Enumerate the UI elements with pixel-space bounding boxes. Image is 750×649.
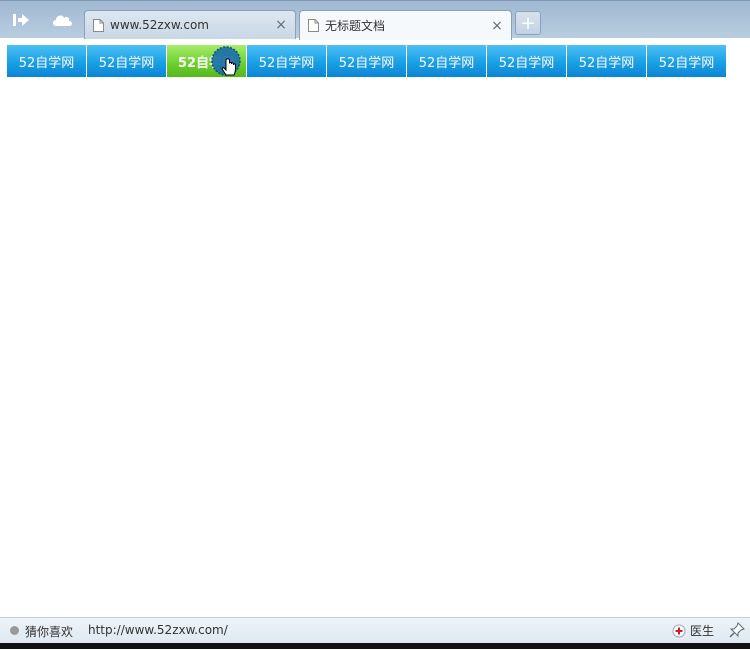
pin-icon (729, 622, 745, 638)
doctor-label: 医生 (690, 624, 715, 638)
doctor-icon (672, 624, 686, 637)
tab-title: www.52zxw.com (110, 18, 209, 32)
guess-you-like-link[interactable]: 猜你喜欢 (25, 623, 73, 640)
cloud-button[interactable] (45, 7, 79, 33)
mouse-cursor (211, 46, 243, 82)
nav-item-1[interactable]: 52自学网 (7, 45, 86, 77)
nav-item-4[interactable]: 52自学网 (247, 45, 326, 77)
nav-menu: 52自学网 52自学网 52自学网 52自学网 52自学网 52自学网 52自学… (7, 45, 726, 77)
sidebar-toggle-button[interactable] (4, 7, 38, 33)
nav-item-9[interactable]: 52自学网 (647, 45, 726, 77)
new-tab-button[interactable]: + (515, 11, 541, 35)
nav-item-5[interactable]: 52自学网 (327, 45, 406, 77)
tab-strip: www.52zxw.com × 无标题文档 × + (0, 0, 750, 40)
page-icon (93, 18, 104, 32)
nav-item-8[interactable]: 52自学网 (567, 45, 646, 77)
tab-52zxw[interactable]: www.52zxw.com × (84, 10, 296, 39)
page-icon (308, 19, 319, 32)
nav-item-2[interactable]: 52自学网 (87, 45, 166, 77)
tab-untitled-document[interactable]: 无标题文档 × (299, 10, 512, 40)
status-url: http://www.52zxw.com/ (88, 623, 228, 637)
status-bar: 猜你喜欢 http://www.52zxw.com/ 医生 (0, 617, 750, 643)
plus-icon: + (520, 12, 536, 34)
pin-button[interactable] (729, 622, 745, 638)
nav-item-7[interactable]: 52自学网 (487, 45, 566, 77)
nav-item-6[interactable]: 52自学网 (407, 45, 486, 77)
window-bottom-edge (0, 643, 750, 649)
close-icon[interactable]: × (489, 18, 505, 34)
cloud-icon (53, 15, 72, 26)
close-icon[interactable]: × (273, 17, 289, 33)
sidebar-toggle-icon (13, 14, 29, 26)
status-indicator-icon (10, 626, 19, 635)
hand-cursor-icon (211, 46, 241, 76)
tab-title: 无标题文档 (325, 19, 386, 33)
doctor-button[interactable]: 医生 (672, 622, 714, 639)
